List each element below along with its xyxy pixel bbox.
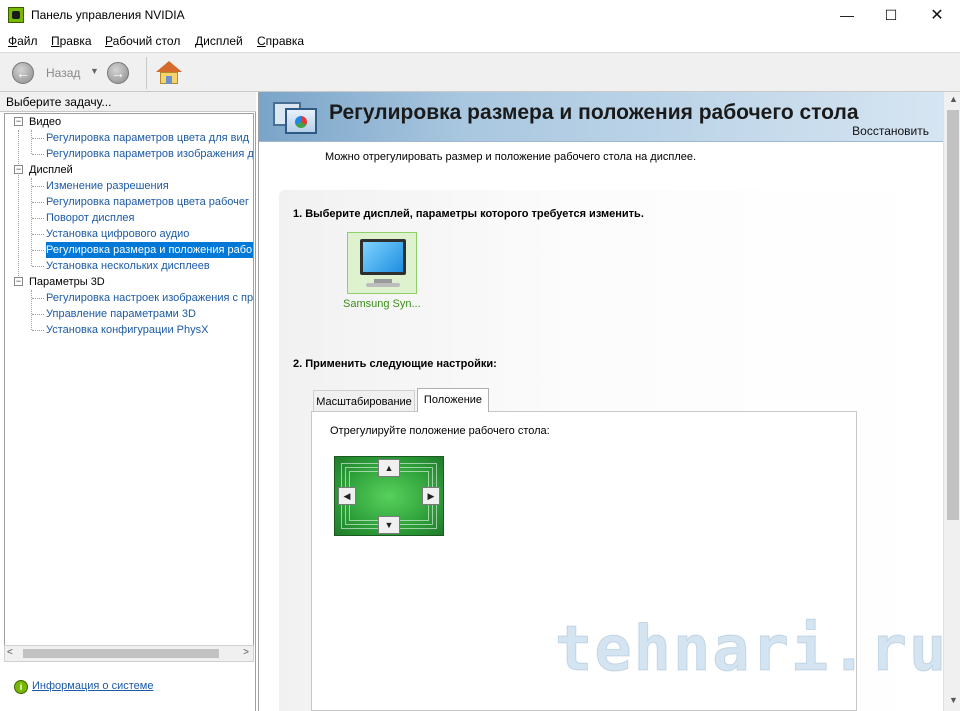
tree-item-label[interactable]: Регулировка параметров цвета рабочег bbox=[46, 194, 249, 210]
back-dropdown-icon[interactable]: ▼ bbox=[90, 66, 99, 76]
tree-item[interactable]: Регулировка параметров цвета для вид bbox=[5, 130, 253, 146]
menu-edit[interactable]: Правка bbox=[51, 34, 92, 48]
display-settings-icon bbox=[273, 98, 317, 136]
move-left-arrow-icon[interactable]: ◀ bbox=[338, 487, 356, 505]
category-label[interactable]: Параметры 3D bbox=[29, 274, 105, 290]
collapse-icon[interactable]: − bbox=[14, 117, 23, 126]
tree-item[interactable]: Регулировка настроек изображения с пр bbox=[5, 290, 253, 306]
info-icon: i bbox=[14, 680, 28, 694]
tab-scaling[interactable]: Масштабирование bbox=[313, 390, 415, 412]
tree-item[interactable]: Регулировка параметров цвета рабочег bbox=[5, 194, 253, 210]
tree-item-label[interactable]: Управление параметрами 3D bbox=[46, 306, 196, 322]
back-arrow-icon[interactable]: ← bbox=[12, 62, 34, 84]
home-icon[interactable] bbox=[156, 61, 182, 85]
tree-item-label[interactable]: Установка нескольких дисплеев bbox=[46, 258, 210, 274]
tree-item[interactable]: Регулировка параметров изображения д bbox=[5, 146, 253, 162]
close-button[interactable]: ✕ bbox=[914, 0, 960, 31]
task-pane: Выберите задачу... − Видео Регулировка п… bbox=[0, 92, 256, 711]
display-name[interactable]: Samsung Syn... bbox=[343, 298, 421, 310]
display-selector[interactable] bbox=[347, 232, 417, 294]
collapse-icon[interactable]: − bbox=[14, 277, 23, 286]
section-select-display: 1. Выберите дисплей, параметры которого … bbox=[293, 208, 644, 220]
tree-item-label[interactable]: Изменение разрешения bbox=[46, 178, 169, 194]
toolbar-separator bbox=[146, 57, 147, 89]
tree-item-label[interactable]: Регулировка параметров цвета для вид bbox=[46, 130, 249, 146]
tree-category-display[interactable]: − Дисплей bbox=[5, 162, 253, 178]
tree-item[interactable]: Поворот дисплея bbox=[5, 210, 253, 226]
category-label[interactable]: Дисплей bbox=[29, 162, 73, 178]
tree-item-selected[interactable]: Регулировка размера и положения рабо bbox=[5, 242, 253, 258]
menu-desktop[interactable]: Рабочий стол bbox=[105, 34, 180, 48]
tree-item-label[interactable]: Установка цифрового аудио bbox=[46, 226, 189, 242]
menu-file[interactable]: Файл bbox=[8, 34, 38, 48]
page-description: Можно отрегулировать размер и положение … bbox=[325, 151, 697, 163]
tree-item-label[interactable]: Регулировка размера и положения рабо bbox=[46, 242, 253, 258]
move-down-arrow-icon[interactable]: ▼ bbox=[378, 516, 400, 534]
tree-item[interactable]: Установка конфигурации PhysX bbox=[5, 322, 253, 338]
task-pane-header: Выберите задачу... bbox=[0, 92, 256, 112]
move-right-arrow-icon[interactable]: ▶ bbox=[422, 487, 440, 505]
tree-item[interactable]: Установка нескольких дисплеев bbox=[5, 258, 253, 274]
tree-item-label[interactable]: Поворот дисплея bbox=[46, 210, 134, 226]
tab-position[interactable]: Положение bbox=[417, 388, 489, 412]
move-up-arrow-icon[interactable]: ▲ bbox=[378, 459, 400, 477]
watermark: tehnari.ru bbox=[554, 612, 949, 686]
tree-item[interactable]: Изменение разрешения bbox=[5, 178, 253, 194]
scroll-right-icon[interactable]: > bbox=[243, 647, 249, 658]
menu-bar: Файл Правка Рабочий стол Дисплей Справка bbox=[0, 31, 960, 51]
category-label[interactable]: Видео bbox=[29, 114, 61, 130]
task-tree: − Видео Регулировка параметров цвета для… bbox=[4, 113, 254, 658]
title-bar: Панель управления NVIDIA — ☐ ✕ bbox=[0, 0, 960, 31]
scrollbar-thumb[interactable] bbox=[23, 649, 219, 658]
menu-display[interactable]: Дисплей bbox=[195, 34, 243, 48]
tree-category-3d[interactable]: − Параметры 3D bbox=[5, 274, 253, 290]
page-title: Регулировка размера и положения рабочего… bbox=[329, 101, 859, 124]
monitor-icon bbox=[360, 239, 406, 275]
tree-item[interactable]: Установка цифрового аудио bbox=[5, 226, 253, 242]
tree-item-label[interactable]: Установка конфигурации PhysX bbox=[46, 322, 208, 338]
menu-help[interactable]: Справка bbox=[257, 34, 304, 48]
scroll-left-icon[interactable]: < bbox=[7, 647, 13, 658]
restore-button[interactable]: Восстановить bbox=[852, 124, 929, 138]
scrollbar-thumb[interactable] bbox=[947, 110, 959, 520]
system-info-link[interactable]: Информация о системе bbox=[32, 680, 153, 692]
tree-category-video[interactable]: − Видео bbox=[5, 114, 253, 130]
collapse-icon[interactable]: − bbox=[14, 165, 23, 174]
page-banner: Регулировка размера и положения рабочего… bbox=[259, 92, 943, 142]
window-title: Панель управления NVIDIA bbox=[31, 8, 185, 22]
nvidia-app-icon bbox=[8, 7, 24, 23]
forward-arrow-icon[interactable]: → bbox=[107, 62, 129, 84]
scroll-up-icon[interactable]: ▲ bbox=[949, 94, 958, 104]
section-apply-settings: 2. Применить следующие настройки: bbox=[293, 358, 497, 370]
tree-item-label[interactable]: Регулировка параметров изображения д bbox=[46, 146, 253, 162]
toolbar: ← Назад ▼ → bbox=[0, 52, 960, 92]
tree-item[interactable]: Управление параметрами 3D bbox=[5, 306, 253, 322]
desktop-position-control[interactable]: ▲ ▼ ◀ ▶ bbox=[334, 456, 444, 536]
position-instruction: Отрегулируйте положение рабочего стола: bbox=[330, 425, 550, 437]
scroll-down-icon[interactable]: ▼ bbox=[949, 695, 958, 705]
back-label[interactable]: Назад bbox=[46, 66, 80, 80]
horizontal-scrollbar[interactable]: < > bbox=[4, 645, 254, 662]
minimize-button[interactable]: — bbox=[824, 0, 870, 31]
maximize-button[interactable]: ☐ bbox=[868, 0, 914, 31]
tree-item-label[interactable]: Регулировка настроек изображения с пр bbox=[46, 290, 253, 306]
